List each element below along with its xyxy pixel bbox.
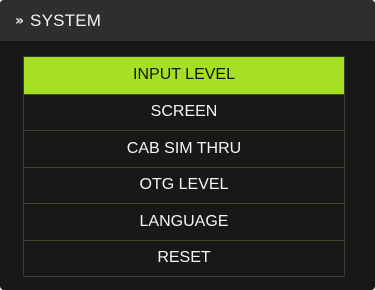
double-chevron-right-icon: » [15,12,25,29]
menu-item-reset[interactable]: RESET [24,239,344,276]
menu-item-input-level[interactable]: INPUT LEVEL [24,57,344,94]
menu-item-language[interactable]: LANGUAGE [24,203,344,240]
system-screen: » SYSTEM INPUT LEVEL SCREEN CAB SIM THRU… [0,0,375,290]
page-title: SYSTEM [30,10,102,30]
menu-item-otg-level[interactable]: OTG LEVEL [24,166,344,203]
system-menu: INPUT LEVEL SCREEN CAB SIM THRU OTG LEVE… [23,56,345,277]
menu-item-cab-sim-thru[interactable]: CAB SIM THRU [24,130,344,167]
header-bar: » SYSTEM [0,0,375,41]
menu-item-screen[interactable]: SCREEN [24,93,344,130]
